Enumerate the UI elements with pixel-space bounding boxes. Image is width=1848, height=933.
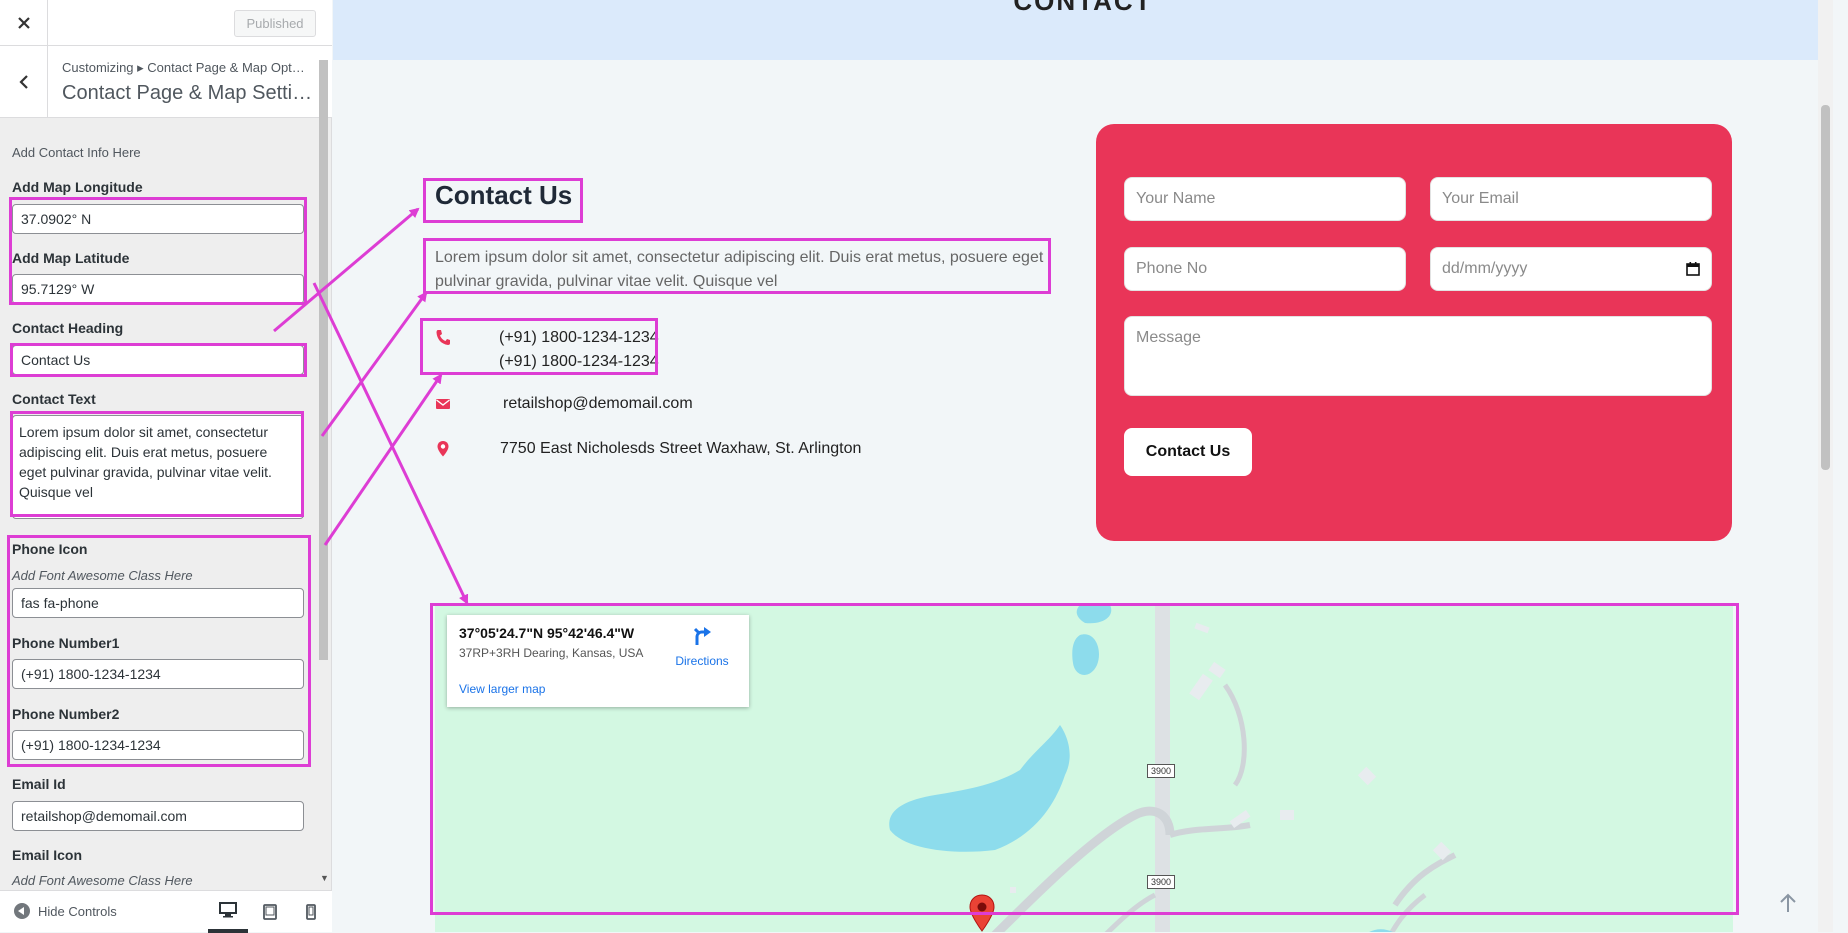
google-map[interactable]: 3900 3900 37°05'24.7"N 95°42'46.4"W 37RP… — [435, 605, 1733, 932]
address-text: 7750 East Nicholesds Street Waxhaw, St. … — [500, 440, 862, 457]
phone-input[interactable]: Phone No — [1124, 247, 1406, 291]
phone-icon-field[interactable]: fas fa-phone — [12, 588, 304, 618]
latitude-field[interactable]: 95.7129° W — [12, 274, 304, 304]
desktop-icon — [219, 902, 237, 918]
site-preview: CONTACT Contact Us Lorem ipsum dolor sit… — [333, 0, 1833, 932]
directions-button[interactable]: Directions — [667, 625, 737, 668]
banner-title: CONTACT — [1013, 0, 1153, 16]
hide-controls-button[interactable]: Hide Controls — [14, 903, 117, 919]
tablet-icon — [263, 904, 277, 920]
email-id-field[interactable]: retailshop@demomail.com — [12, 801, 304, 831]
latitude-label: Add Map Latitude — [12, 250, 130, 266]
calendar-icon[interactable] — [1686, 262, 1700, 276]
scroll-to-top-icon[interactable] — [1778, 892, 1798, 914]
mobile-icon — [306, 904, 316, 920]
contact-heading-field[interactable]: Contact Us — [12, 345, 304, 375]
map-info-card: 37°05'24.7"N 95°42'46.4"W 37RP+3RH Deari… — [447, 615, 749, 707]
close-icon — [17, 17, 30, 29]
view-larger-map-link[interactable]: View larger map — [459, 682, 545, 696]
email-info: retailshop@demomail.com — [435, 392, 693, 416]
contact-text-label: Contact Text — [12, 391, 96, 407]
breadcrumb: Customizing ▸ Contact Page & Map Opt… — [62, 60, 305, 75]
contact-heading-label: Contact Heading — [12, 320, 124, 336]
envelope-icon — [436, 399, 450, 409]
phone-icon-label: Phone Icon — [12, 541, 88, 557]
desktop-preview-button[interactable] — [208, 891, 248, 933]
back-button[interactable] — [0, 46, 48, 118]
contact-submit-button[interactable]: Contact Us — [1124, 428, 1252, 476]
chevron-left-icon — [18, 75, 28, 89]
close-customizer-button[interactable] — [0, 0, 48, 46]
customizer-sidebar: Published Customizing ▸ Contact Page & M… — [0, 0, 332, 933]
contact-text-field[interactable]: Lorem ipsum dolor sit amet, consectetur … — [12, 415, 304, 519]
email-icon-label: Email Icon — [12, 847, 83, 863]
mobile-preview-button[interactable] — [291, 891, 331, 933]
address-info: 7750 East Nicholesds Street Waxhaw, St. … — [435, 437, 861, 461]
directions-icon — [693, 627, 711, 645]
hide-controls-label: Hide Controls — [38, 903, 117, 919]
longitude-field[interactable]: 37.0902° N — [12, 204, 304, 234]
map-coordinates: 37°05'24.7"N 95°42'46.4"W — [459, 625, 635, 641]
phone-number1-field[interactable]: (+91) 1800-1234-1234 — [12, 659, 304, 689]
published-button[interactable]: Published — [234, 10, 316, 37]
phone-number2-label: Phone Number2 — [12, 706, 120, 722]
longitude-label: Add Map Longitude — [12, 179, 143, 195]
preview-scrollbar[interactable] — [1818, 0, 1833, 932]
map-marker-icon[interactable] — [967, 893, 997, 932]
scroll-down-arrow-icon[interactable]: ▼ — [320, 873, 329, 883]
map-plus-code: 37RP+3RH Dearing, Kansas, USA — [459, 646, 644, 660]
date-input[interactable]: dd/mm/yyyy — [1430, 247, 1712, 291]
email-icon-description: Add Font Awesome Class Here — [12, 873, 193, 888]
phone-number1-label: Phone Number1 — [12, 635, 120, 651]
phone-icon-description: Add Font Awesome Class Here — [12, 568, 193, 583]
phone-icon — [436, 330, 450, 345]
sidebar-scrollbar[interactable] — [319, 60, 328, 660]
section-description: Add Contact Info Here — [12, 145, 141, 160]
contact-form: Your Name Your Email Phone No dd/mm/yyyy… — [1096, 124, 1732, 541]
map-pin-icon — [437, 441, 449, 457]
customizer-top-bar: Published — [0, 0, 332, 46]
date-placeholder: dd/mm/yyyy — [1442, 260, 1528, 277]
customizer-footer: Hide Controls — [0, 890, 332, 933]
collapse-arrow-icon — [14, 903, 30, 919]
phone-info: (+91) 1800-1234-1234 (+91) 1800-1234-123… — [435, 326, 659, 374]
page-banner: CONTACT — [333, 0, 1833, 60]
name-input[interactable]: Your Name — [1124, 177, 1406, 221]
panel-header: Customizing ▸ Contact Page & Map Opt… Co… — [0, 46, 332, 118]
email-input[interactable]: Your Email — [1430, 177, 1712, 221]
road-number-label: 3900 — [1147, 875, 1175, 889]
contact-text: Lorem ipsum dolor sit amet, consectetur … — [435, 249, 1044, 290]
panel-title: Contact Page & Map Setti… — [62, 82, 313, 104]
contact-heading: Contact Us — [435, 180, 573, 210]
email-id-label: Email Id — [12, 776, 66, 792]
message-input[interactable]: Message — [1124, 316, 1712, 396]
phone-number-2[interactable]: (+91) 1800-1234-1234 — [499, 350, 659, 374]
tablet-preview-button[interactable] — [250, 891, 290, 933]
road-number-label: 3900 — [1147, 764, 1175, 778]
phone-number-1[interactable]: (+91) 1800-1234-1234 — [499, 326, 659, 350]
directions-label: Directions — [675, 654, 729, 668]
email-address[interactable]: retailshop@demomail.com — [503, 392, 693, 416]
phone-number2-field[interactable]: (+91) 1800-1234-1234 — [12, 730, 304, 760]
